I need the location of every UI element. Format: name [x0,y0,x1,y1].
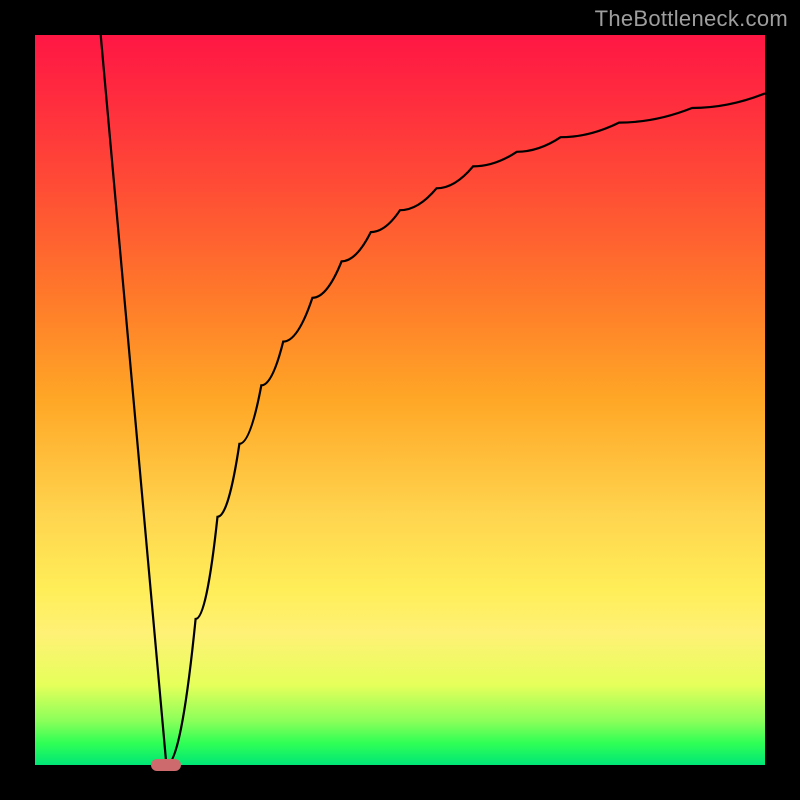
curve-layer [35,35,765,765]
watermark-text: TheBottleneck.com [595,6,788,32]
plot-area [35,35,765,765]
right-curve [166,93,765,765]
min-marker [151,759,181,771]
left-line [101,35,167,765]
chart-frame: TheBottleneck.com [0,0,800,800]
